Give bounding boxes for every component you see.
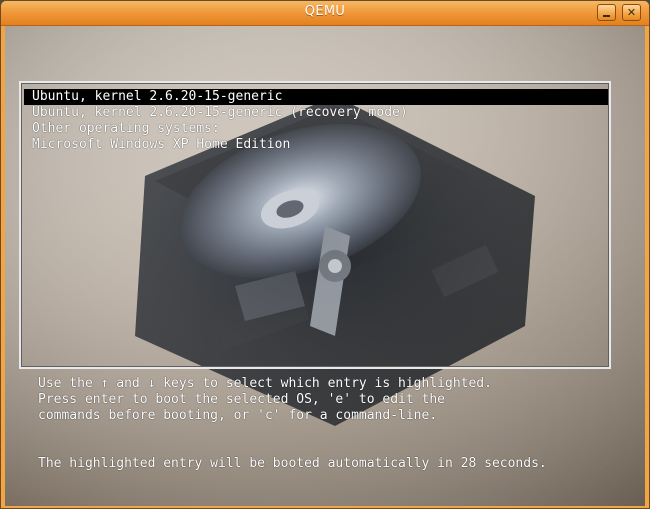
close-icon: ✕: [626, 6, 637, 19]
help-line-2: Press enter to boot the selected OS, 'e'…: [38, 392, 445, 407]
window-title: QEMU: [304, 4, 346, 19]
qemu-window: QEMU ✕ Ubuntu, kernel 2.6.20-15-generic …: [0, 0, 650, 509]
boot-entry-ubuntu-recovery[interactable]: Ubuntu, kernel 2.6.20-15-generic (recove…: [24, 105, 608, 121]
help-line-3: commands before booting, or 'c' for a co…: [38, 408, 438, 423]
boot-entry-windows-xp[interactable]: Microsoft Windows XP Home Edition: [24, 137, 608, 153]
boot-entry-other-os-header[interactable]: Other operating systems:: [24, 121, 608, 137]
vm-screen[interactable]: Ubuntu, kernel 2.6.20-15-generic Ubuntu,…: [5, 26, 645, 506]
title-bar[interactable]: QEMU ✕: [1, 1, 649, 26]
boot-menu: Ubuntu, kernel 2.6.20-15-generic Ubuntu,…: [19, 81, 611, 369]
help-line-1: Use the ↑ and ↓ keys to select which ent…: [38, 376, 492, 391]
close-button[interactable]: ✕: [622, 4, 641, 21]
countdown-text: The highlighted entry will be booted aut…: [38, 456, 547, 471]
help-text: Use the ↑ and ↓ keys to select which ent…: [38, 376, 492, 424]
boot-entry-ubuntu[interactable]: Ubuntu, kernel 2.6.20-15-generic: [24, 89, 608, 105]
minimize-button[interactable]: [597, 4, 616, 21]
